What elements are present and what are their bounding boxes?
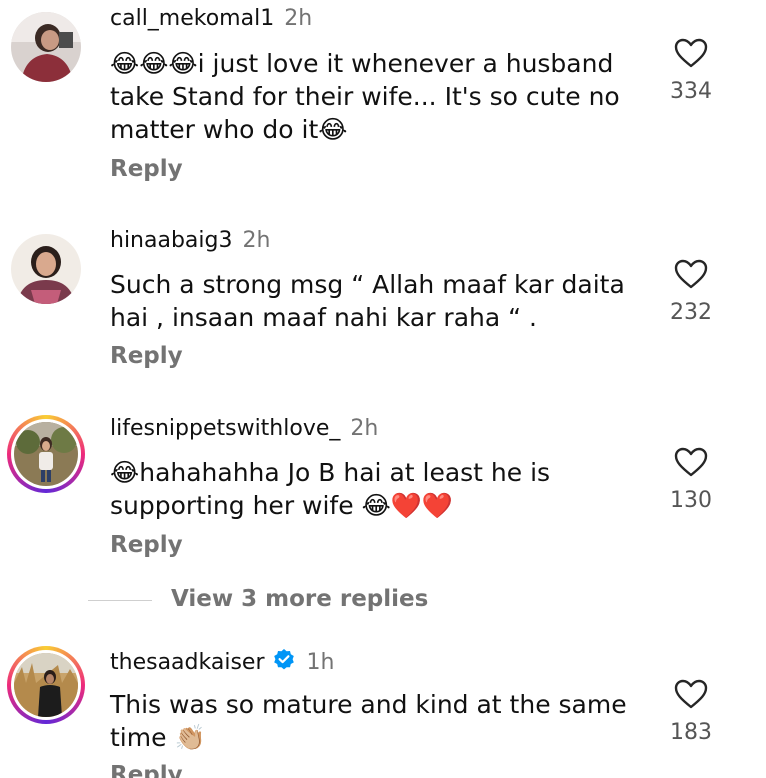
reply-button[interactable]: Reply [110, 762, 183, 778]
username-line: hinaabaig3 2h [110, 228, 270, 253]
avatar [14, 653, 78, 717]
like-button[interactable] [668, 38, 714, 72]
heart-outline-icon [674, 447, 708, 477]
story-ring[interactable] [7, 415, 85, 493]
avatar[interactable] [11, 234, 81, 304]
divider-line [88, 600, 152, 601]
emoji-suffix: 😂 [318, 115, 348, 144]
emoji-prefix: 😂 [110, 458, 140, 487]
heart-outline-icon [674, 679, 708, 709]
reply-button[interactable]: Reply [110, 343, 183, 369]
username[interactable]: thesaadkaiser [110, 650, 264, 675]
comment-text: 😂hahahahha Jo B hai at least he is suppo… [110, 456, 650, 522]
comment-body: hahahahha Jo B hai at least he is suppor… [110, 458, 551, 520]
like-count: 183 [670, 720, 712, 745]
username[interactable]: lifesnippetswithlove_ [110, 416, 340, 441]
heart-outline-icon [674, 38, 708, 68]
like-count: 232 [670, 300, 712, 325]
reply-button[interactable]: Reply [110, 532, 183, 558]
comment-text: Such a strong msg “ Allah maaf kar daita… [110, 270, 625, 332]
emoji-prefix: 😂😂😂 [110, 49, 198, 78]
like-count: 130 [670, 488, 712, 513]
heart-outline-icon [674, 259, 708, 289]
username-line: lifesnippetswithlove_ 2h [110, 416, 378, 441]
reply-button[interactable]: Reply [110, 156, 183, 182]
username[interactable]: hinaabaig3 [110, 228, 232, 253]
timestamp: 2h [284, 6, 313, 31]
like-button[interactable] [668, 679, 714, 713]
like-button[interactable] [668, 259, 714, 293]
emoji-suffix: 👏🏼 [174, 723, 206, 752]
avatar[interactable] [11, 12, 81, 82]
username[interactable]: call_mekomal1 [110, 6, 274, 31]
avatar [14, 422, 78, 486]
like-button[interactable] [668, 447, 714, 481]
view-more-replies-label[interactable]: View 3 more replies [171, 586, 428, 612]
comment-text: This was so mature and kind at the same … [110, 688, 650, 754]
timestamp: 2h [350, 416, 379, 441]
timestamp: 1h [306, 650, 335, 675]
comments-page: call_mekomal1 2h 😂😂😂i just love it whenev… [0, 0, 766, 778]
verified-badge-icon [272, 648, 296, 678]
timestamp: 2h [242, 228, 271, 253]
like-count: 334 [670, 79, 712, 104]
emoji-suffix: 😂❤️❤️ [361, 491, 454, 520]
username-line: call_mekomal1 2h [110, 6, 312, 31]
story-ring[interactable] [7, 646, 85, 724]
username-line: thesaadkaiser 1h [110, 648, 334, 678]
comment-text: 😂😂😂i just love it whenever a husband tak… [110, 47, 650, 146]
